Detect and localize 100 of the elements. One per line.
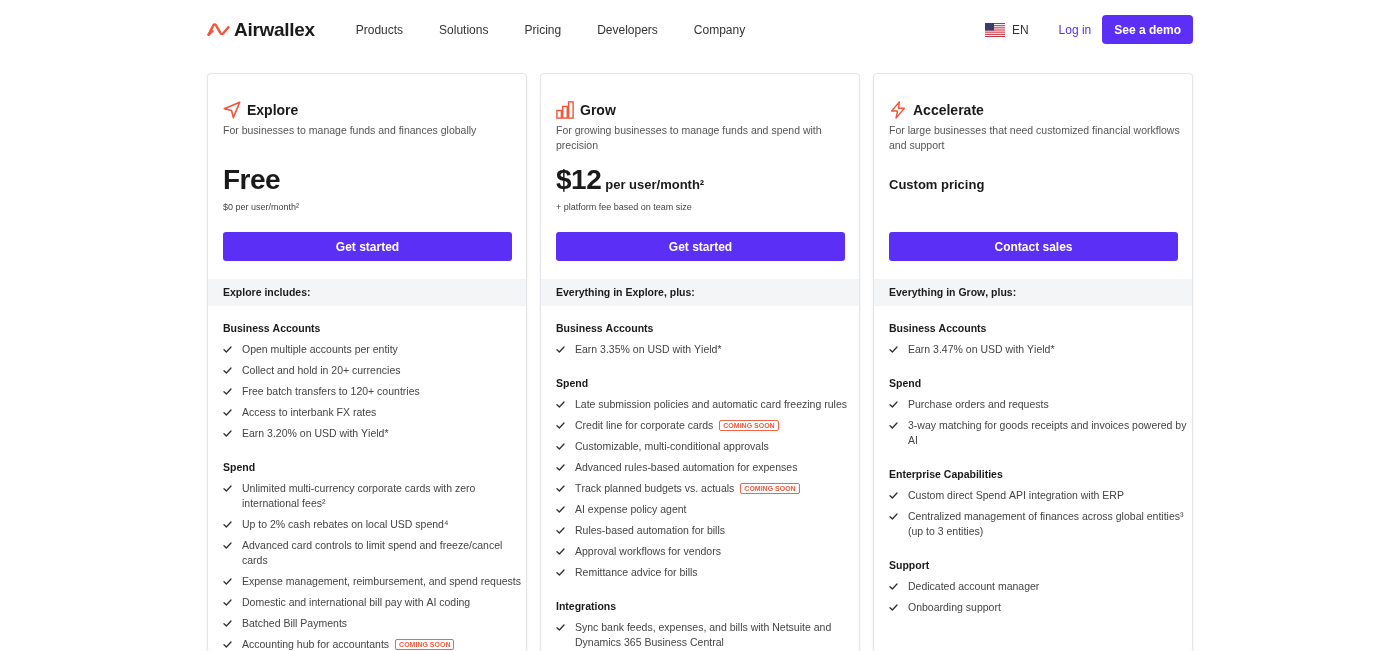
checkmark-icon (889, 422, 898, 429)
feature-text: Rules-based automation for bills (575, 524, 725, 536)
checkmark-icon (889, 346, 898, 353)
price-note: + platform fee based on team size (556, 201, 693, 213)
checkmark-icon (223, 485, 232, 492)
feature-text: Collect and hold in 20+ currencies (242, 364, 401, 376)
feature-text: Up to 2% cash rebates on local USD spend⁴ (242, 518, 449, 530)
logo-link[interactable]: Airwallex (207, 18, 315, 41)
feature-text: AI expense policy agent (575, 503, 687, 515)
checkmark-icon (556, 624, 565, 631)
login-link[interactable]: Log in (1058, 20, 1092, 39)
checkmark-icon (223, 578, 232, 585)
checkmark-icon (556, 527, 565, 534)
section-heading: Enterprise Capabilities (889, 467, 1004, 482)
nav-link[interactable]: Solutions (439, 20, 489, 39)
feature-text: Sync bank feeds, expenses, and bills with Netsuite and Dynamics 365 Business Central (575, 621, 832, 648)
price-note: $0 per user/month² (223, 201, 301, 213)
checkmark-icon (556, 422, 565, 429)
nav-link[interactable]: Company (693, 20, 746, 39)
nav-link[interactable]: Pricing (524, 20, 562, 39)
checkmark-icon (556, 464, 565, 471)
checkmark-icon (556, 506, 565, 513)
section-heading: Business Accounts (556, 321, 655, 336)
checkmark-icon (223, 521, 232, 528)
section-heading: Spend (556, 376, 590, 391)
checkmark-icon (223, 367, 232, 374)
feature-text: Earn 3.20% on USD with Yield* (242, 427, 389, 439)
plan-button[interactable]: Get started (556, 232, 845, 261)
checkmark-icon (889, 401, 898, 408)
checkmark-icon (556, 485, 565, 492)
nav-link[interactable]: Developers (597, 20, 658, 39)
feature-text: Advanced card controls to limit spend and freeze/cancel cards (242, 539, 503, 566)
feature-text: Unlimited multi-currency corporate cards with zero international fees² (242, 482, 476, 509)
feature-text: Credit line for corporate cards (575, 419, 714, 431)
checkmark-icon (223, 599, 232, 606)
demo-button[interactable]: See a demo (1102, 15, 1193, 44)
price-unit: per user/month² (605, 177, 705, 193)
feature-text: Open multiple accounts per entity (242, 343, 398, 355)
feature-text: Centralized management of finances across global entities³ (up to 3 entities) (908, 510, 1184, 537)
plan-button[interactable]: Get started (223, 232, 512, 261)
plan-title: Explore (247, 101, 299, 120)
checkmark-icon (889, 583, 898, 590)
checkmark-icon (556, 569, 565, 576)
feature-text: Onboarding support (908, 601, 1001, 613)
section-heading: Spend (223, 460, 257, 475)
section-heading: Business Accounts (889, 321, 988, 336)
checkmark-icon (223, 620, 232, 627)
checkmark-icon (556, 443, 565, 450)
feature-text: Track planned budgets vs. actuals (575, 482, 735, 494)
checkmark-icon (223, 388, 232, 395)
includes-banner: Explore includes: (208, 279, 526, 306)
section-heading: Spend (889, 376, 923, 391)
section-heading: Integrations (556, 599, 618, 614)
checkmark-icon (556, 548, 565, 555)
feature-text: Accounting hub for accountants (242, 638, 390, 650)
feature-text: 3-way matching for goods receipts and invoices powered by AI (908, 419, 1187, 446)
feature-text: Free batch transfers to 120+ countries (242, 385, 420, 397)
feature-text: Customizable, multi-conditional approvals (575, 440, 769, 452)
feature-text: Custom direct Spend API integration with ERP (908, 489, 1124, 501)
lightning-icon (889, 101, 907, 119)
feature-text: Earn 3.35% on USD with Yield* (575, 343, 722, 355)
plan-button[interactable]: Contact sales (889, 232, 1178, 261)
flag-icon (984, 22, 1005, 37)
bar-chart-icon (556, 101, 574, 119)
checkmark-icon (889, 492, 898, 499)
feature-text: Domestic and international bill pay with AI coding (242, 596, 471, 608)
feature-text: Advanced rules-based automation for expenses (575, 461, 798, 473)
checkmark-icon (223, 542, 232, 549)
feature-text: Access to interbank FX rates (242, 406, 377, 418)
includes-banner: Everything in Explore, plus: (541, 279, 859, 306)
checkmark-icon (223, 346, 232, 353)
price-amount: Free (223, 164, 281, 196)
checkmark-icon (556, 346, 565, 353)
checkmark-icon (556, 401, 565, 408)
checkmark-icon (223, 409, 232, 416)
checkmark-icon (223, 430, 232, 437)
language-selector[interactable]: EN (984, 20, 1029, 39)
feature-text: Purchase orders and requests (908, 398, 1049, 410)
checkmark-icon (889, 604, 898, 611)
section-heading: Business Accounts (223, 321, 322, 336)
includes-banner: Everything in Grow, plus: (874, 279, 1192, 306)
nav-link[interactable]: Products (355, 20, 404, 39)
plan-title: Accelerate (913, 101, 984, 120)
plan-description: For businesses to manage funds and finances globally (223, 123, 478, 138)
logo-mark-icon (207, 22, 230, 37)
feature-text: Earn 3.47% on USD with Yield* (908, 343, 1055, 355)
checkmark-icon (889, 513, 898, 520)
price-label: Custom pricing (889, 176, 986, 193)
price-amount: $12 (556, 164, 602, 196)
feature-text: Approval workflows for vendors (575, 545, 721, 557)
plan-description: For large businesses that need customized financial workflows and support (889, 123, 1181, 153)
feature-text: Expense management, reimbursement, and spend requests (242, 575, 521, 587)
feature-text: Batched Bill Payments (242, 617, 348, 629)
plan-description: For growing businesses to manage funds and spend with precision (556, 123, 823, 153)
plan-title: Grow (580, 101, 616, 120)
section-heading: Support (889, 558, 931, 573)
feature-text: Late submission policies and automatic card freezing rules (575, 398, 847, 410)
navigation-arrow-icon (223, 101, 241, 119)
feature-text: Remittance advice for bills (575, 566, 698, 578)
feature-text: Dedicated account manager (908, 580, 1040, 592)
